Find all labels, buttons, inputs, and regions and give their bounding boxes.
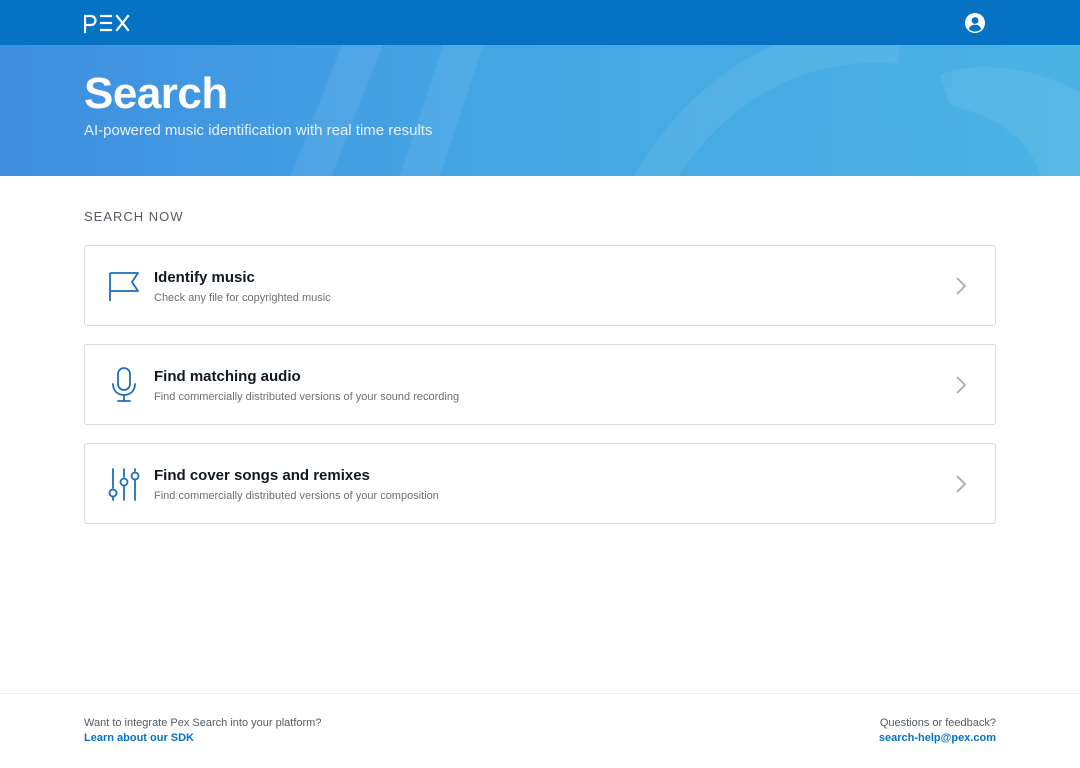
- chevron-right-icon: [956, 277, 967, 295]
- support-email-link[interactable]: search-help@pex.com: [879, 732, 996, 744]
- section-label: SEARCH NOW: [84, 209, 184, 224]
- chevron-right-icon: [956, 376, 967, 394]
- sdk-prompt-text: Want to integrate Pex Search into your p…: [84, 717, 322, 729]
- pex-logo[interactable]: [84, 12, 130, 34]
- identify-music-card[interactable]: Identify music Check any file for copyri…: [84, 245, 996, 326]
- page-title: Search: [84, 69, 228, 118]
- card-description: Find commercially distributed versions o…: [154, 391, 460, 403]
- account-circle-icon[interactable]: [964, 12, 986, 34]
- card-title: Find cover songs and remixes: [154, 467, 370, 484]
- top-navigation-bar: [0, 0, 1080, 45]
- card-title: Find matching audio: [154, 368, 301, 385]
- card-title: Identify music: [154, 269, 255, 286]
- hero-banner: Search AI-powered music identification w…: [0, 45, 1080, 176]
- card-description: Check any file for copyrighted music: [154, 292, 331, 304]
- card-description: Find commercially distributed versions o…: [154, 490, 439, 502]
- sliders-icon: [108, 468, 140, 501]
- footer: Want to integrate Pex Search into your p…: [0, 693, 1080, 768]
- page-subtitle: AI-powered music identification with rea…: [84, 122, 433, 139]
- feedback-prompt-text: Questions or feedback?: [879, 717, 996, 729]
- flag-icon: [109, 272, 139, 301]
- microphone-icon: [112, 367, 136, 402]
- find-cover-songs-card[interactable]: Find cover songs and remixes Find commer…: [84, 443, 996, 524]
- find-matching-audio-card[interactable]: Find matching audio Find commercially di…: [84, 344, 996, 425]
- sdk-link[interactable]: Learn about our SDK: [84, 732, 194, 744]
- chevron-right-icon: [956, 475, 967, 493]
